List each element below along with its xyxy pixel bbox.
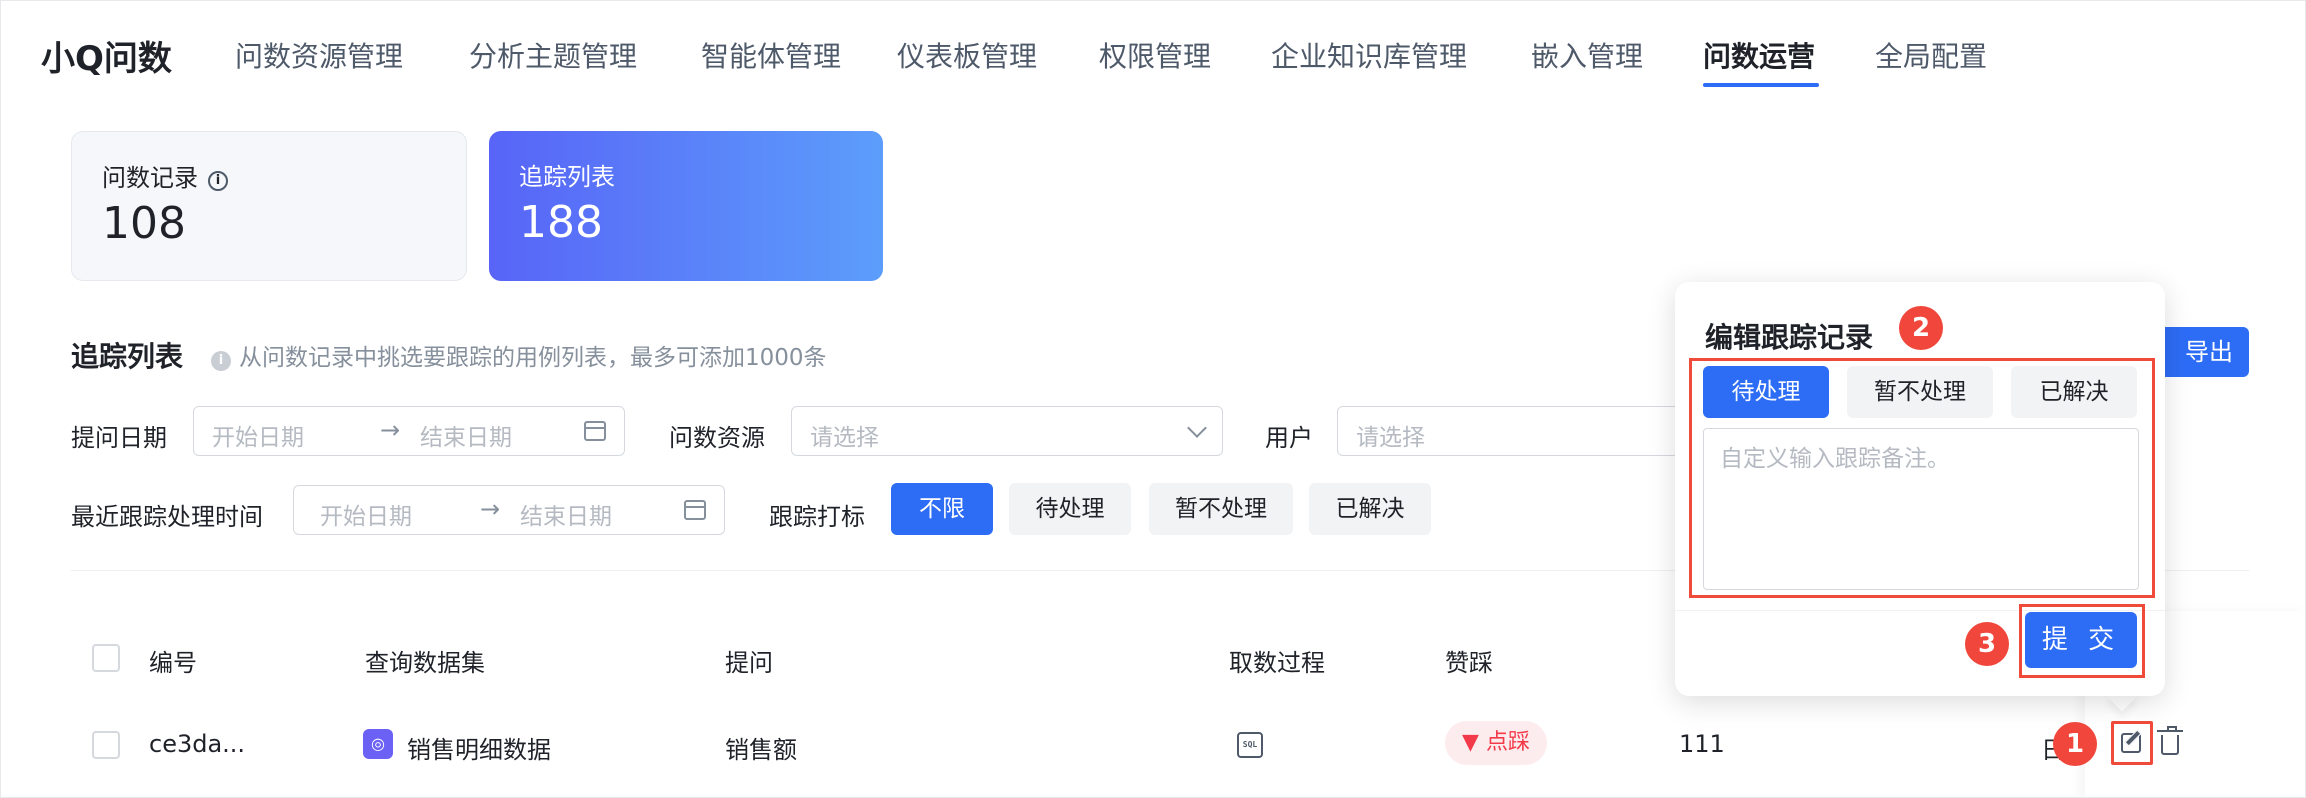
stat-card-tracking-value: 188 (519, 197, 603, 248)
mark-option-all[interactable]: 不限 (891, 483, 993, 535)
table-header-id: 编号 (149, 649, 197, 677)
row-question: 销售额 (725, 736, 797, 764)
recent-time-range-picker[interactable]: 开始日期 → 结束日期 (293, 485, 725, 535)
popover-option-resolved[interactable]: 已解决 (2011, 366, 2137, 418)
user-select-placeholder: 请选择 (1356, 425, 1425, 451)
stat-card-records-value: 108 (102, 198, 186, 249)
recent-time-end[interactable]: 结束日期 (520, 497, 612, 531)
range-arrow-icon: → (480, 495, 501, 523)
nav-item-agents[interactable]: 智能体管理 (701, 35, 841, 75)
resource-select[interactable]: 请选择 (791, 406, 1223, 456)
section-title: 追踪列表 (71, 340, 184, 373)
filter-label-ask-date: 提问日期 (71, 424, 167, 452)
step-badge-2: 2 (1899, 306, 1943, 350)
range-arrow-icon: → (380, 416, 401, 444)
brand-logo: 小Q问数 (41, 39, 172, 79)
table-header-process: 取数过程 (1229, 649, 1325, 677)
ask-date-range-picker[interactable]: 开始日期 → 结束日期 (193, 406, 625, 456)
select-all-checkbox[interactable] (92, 644, 120, 672)
tracking-note-textarea[interactable] (1703, 428, 2139, 590)
calendar-icon (684, 500, 706, 520)
table-header-vote: 赞踩 (1445, 649, 1493, 677)
stat-card-records-label: 问数记录 i (102, 158, 228, 193)
ask-date-end[interactable]: 结束日期 (420, 418, 512, 452)
nav-item-topics[interactable]: 分析主题管理 (469, 35, 637, 75)
stat-card-tracking-label: 追踪列表 (519, 163, 615, 191)
popover-option-deferred[interactable]: 暂不处理 (1847, 366, 1993, 418)
nav-item-dashboards[interactable]: 仪表板管理 (897, 35, 1037, 75)
filter-label-mark: 跟踪打标 (769, 503, 865, 531)
row-checkbox[interactable] (92, 731, 120, 759)
app-page: 小Q问数 问数资源管理 分析主题管理 智能体管理 仪表板管理 权限管理 企业知识… (0, 0, 2306, 798)
nav-active-indicator (1703, 83, 1819, 87)
table-header-question: 提问 (725, 649, 773, 677)
nav-item-operations[interactable]: 问数运营 (1703, 35, 1815, 75)
chevron-down-icon (1187, 418, 1207, 438)
dislike-badge: ▼ 点踩 (1445, 721, 1547, 765)
recent-time-start[interactable]: 开始日期 (320, 497, 412, 531)
stat-card-tracking[interactable]: 追踪列表 188 (489, 131, 883, 281)
export-button[interactable]: 导出 (2151, 327, 2249, 377)
stat-card-records[interactable]: 问数记录 i 108 (71, 131, 467, 281)
dataset-icon: ◎ (363, 729, 393, 759)
step-badge-1: 1 (2053, 722, 2097, 766)
filter-label-user: 用户 (1265, 424, 1313, 452)
mark-option-deferred[interactable]: 暂不处理 (1149, 483, 1293, 535)
nav-item-permissions[interactable]: 权限管理 (1099, 35, 1211, 75)
resource-select-placeholder: 请选择 (810, 425, 879, 451)
nav-item-knowledge[interactable]: 企业知识库管理 (1271, 35, 1467, 75)
submit-button[interactable]: 提 交 (2025, 612, 2137, 668)
nav-item-global-config[interactable]: 全局配置 (1875, 35, 1987, 75)
popover-option-pending[interactable]: 待处理 (1703, 366, 1829, 418)
nav-item-embed[interactable]: 嵌入管理 (1531, 35, 1643, 75)
nav-item-resources[interactable]: 问数资源管理 (235, 35, 403, 75)
row-extra-value: 111 (1679, 730, 1725, 758)
row-id: ce3da... (149, 730, 246, 758)
user-select[interactable]: 请选择 (1337, 406, 1683, 456)
popover-title: 编辑跟踪记录 (1705, 321, 1874, 354)
mark-option-resolved[interactable]: 已解决 (1309, 483, 1431, 535)
sql-icon[interactable]: SQL (1237, 732, 1263, 758)
step-badge-3: 3 (1965, 622, 2009, 666)
thumbs-down-icon: ▼ (1462, 730, 1479, 755)
info-dot-icon: i (211, 351, 231, 371)
trash-icon[interactable] (2157, 726, 2183, 755)
mark-option-pending[interactable]: 待处理 (1009, 483, 1131, 535)
table-header-dataset: 查询数据集 (365, 649, 485, 677)
info-icon[interactable]: i (208, 171, 228, 191)
filter-label-resource: 问数资源 (669, 424, 765, 452)
edit-icon[interactable] (2121, 733, 2141, 753)
filter-label-recent-time: 最近跟踪处理时间 (71, 503, 263, 531)
calendar-icon (584, 421, 606, 441)
row-dataset[interactable]: 销售明细数据 (407, 730, 551, 765)
section-hint: i 从问数记录中挑选要跟踪的用例列表，最多可添加1000条 (211, 338, 827, 372)
ask-date-start[interactable]: 开始日期 (212, 418, 304, 452)
